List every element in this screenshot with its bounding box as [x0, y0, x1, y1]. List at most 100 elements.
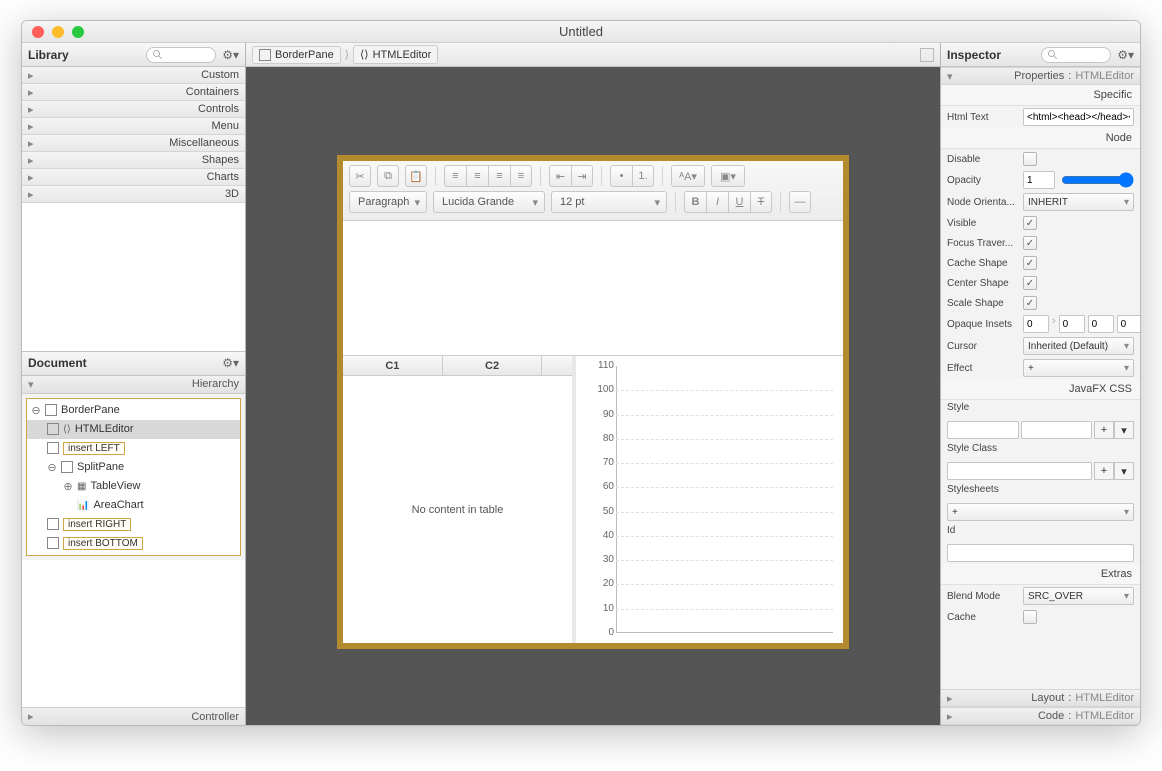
align-left-button[interactable]: ≡	[444, 165, 466, 187]
paste-button[interactable]: 📋	[405, 165, 427, 187]
breadcrumb-htmleditor[interactable]: ⟨⟩ HTMLEditor	[353, 45, 438, 64]
align-right-button[interactable]: ≡	[488, 165, 510, 187]
strike-button[interactable]: T	[750, 191, 772, 213]
bullets-button[interactable]: •	[610, 165, 632, 187]
document-header: Document ⚙▾	[22, 352, 245, 376]
numbered-button[interactable]: 1.	[632, 165, 654, 187]
canvas-area[interactable]: ✂ ⧉ 📋 ≡ ≡ ≡ ≡ ⇤	[246, 67, 940, 725]
text-color-button[interactable]: ᴬA▾	[671, 165, 705, 187]
style-class-input[interactable]	[947, 462, 1092, 480]
library-menu-icon[interactable]: ⚙▾	[222, 48, 239, 62]
style-add-button[interactable]: +	[1094, 421, 1114, 439]
breadcrumb-borderpane[interactable]: BorderPane	[252, 46, 341, 64]
category-charts[interactable]: ▸Charts	[22, 169, 245, 186]
areachart-preview[interactable]: 0102030405060708090100110	[576, 356, 843, 643]
inset-right[interactable]	[1059, 315, 1085, 333]
code-section-header[interactable]: ▸ Code: HTMLEditor	[941, 707, 1140, 725]
library-search[interactable]	[146, 47, 216, 63]
inset-bottom[interactable]	[1088, 315, 1114, 333]
cache-shape-checkbox[interactable]: ✓	[1023, 256, 1037, 270]
category-misc[interactable]: ▸Miscellaneous	[22, 135, 245, 152]
disclosure-icon[interactable]: ⊖	[31, 404, 41, 417]
tree-splitpane[interactable]: ⊖ SplitPane	[27, 458, 240, 477]
inspector-menu-icon[interactable]: ⚙▾	[1117, 48, 1134, 62]
tree-borderpane[interactable]: ⊖ BorderPane	[27, 401, 240, 420]
category-custom[interactable]: ▸Custom	[22, 67, 245, 84]
effect-combo[interactable]: +	[1023, 359, 1134, 377]
hr-button[interactable]: —	[789, 191, 811, 213]
italic-button[interactable]: I	[706, 191, 728, 213]
category-shapes[interactable]: ▸Shapes	[22, 152, 245, 169]
category-3d[interactable]: ▸3D	[22, 186, 245, 203]
cache-checkbox[interactable]	[1023, 610, 1037, 624]
inset-left[interactable]	[1117, 315, 1140, 333]
properties-section-header[interactable]: ▾ Properties: HTMLEditor	[941, 67, 1140, 85]
column-c1[interactable]: C1	[343, 356, 443, 375]
layout-icon	[61, 461, 73, 473]
layout-icon	[47, 518, 59, 530]
prop-cache-shape: Cache Shape ✓	[941, 253, 1140, 273]
hierarchy-header[interactable]: ▾ Hierarchy	[22, 376, 245, 394]
tableview-preview[interactable]: C1 C2 No content in table	[343, 356, 576, 643]
window-title: Untitled	[22, 24, 1140, 39]
size-combo[interactable]: 12 pt	[551, 191, 667, 213]
tree-htmleditor[interactable]: ⟨⟩ HTMLEditor	[27, 420, 240, 439]
cursor-combo[interactable]: Inherited (Default)	[1023, 337, 1134, 355]
cut-button[interactable]: ✂	[349, 165, 371, 187]
library-title: Library	[28, 48, 69, 62]
category-menu[interactable]: ▸Menu	[22, 118, 245, 135]
design-scene[interactable]: ✂ ⧉ 📋 ≡ ≡ ≡ ≡ ⇤	[337, 155, 849, 649]
tree-areachart[interactable]: 📊 AreaChart	[27, 496, 240, 515]
outdent-button[interactable]: ⇤	[549, 165, 571, 187]
tree-tableview[interactable]: ⊕ ▦ TableView	[27, 477, 240, 496]
category-containers[interactable]: ▸Containers	[22, 84, 245, 101]
orientation-combo[interactable]: INHERIT	[1023, 193, 1134, 211]
tree-insert-left[interactable]: insert LEFT	[27, 439, 240, 458]
style-key-input[interactable]	[947, 421, 1019, 439]
y-axis	[616, 366, 617, 633]
indent-button[interactable]: ⇥	[571, 165, 593, 187]
focus-checkbox[interactable]: ✓	[1023, 236, 1037, 250]
id-input[interactable]	[947, 544, 1134, 562]
styleclass-add-button[interactable]: +	[1094, 462, 1114, 480]
align-center-button[interactable]: ≡	[466, 165, 488, 187]
style-value-input[interactable]	[1021, 421, 1093, 439]
x-axis	[616, 632, 833, 633]
bold-button[interactable]: B	[684, 191, 706, 213]
document-menu-icon[interactable]: ⚙▾	[222, 356, 239, 370]
styleclass-menu-button[interactable]: ▾	[1114, 462, 1134, 480]
stylesheets-combo[interactable]: +	[947, 503, 1134, 521]
library-categories: ▸Custom ▸Containers ▸Controls ▸Menu ▸Mis…	[22, 67, 245, 203]
copy-button[interactable]: ⧉	[377, 165, 399, 187]
underline-button[interactable]: U	[728, 191, 750, 213]
preview-icon[interactable]	[920, 48, 934, 62]
align-justify-button[interactable]: ≡	[510, 165, 532, 187]
tree-insert-bottom[interactable]: insert BOTTOM	[27, 534, 240, 553]
html-text-input[interactable]	[1023, 108, 1134, 126]
inspector-search[interactable]	[1041, 47, 1111, 63]
opacity-input[interactable]	[1023, 171, 1055, 189]
disclosure-icon[interactable]: ⊕	[63, 480, 73, 493]
visible-checkbox[interactable]: ✓	[1023, 216, 1037, 230]
inset-top[interactable]	[1023, 315, 1049, 333]
bg-color-button[interactable]: ▣▾	[711, 165, 745, 187]
gridline	[616, 390, 833, 391]
column-c2[interactable]: C2	[443, 356, 543, 375]
prop-style-class: Style Class +▾	[941, 441, 1140, 482]
paragraph-combo[interactable]: Paragraph	[349, 191, 427, 213]
category-controls[interactable]: ▸Controls	[22, 101, 245, 118]
font-combo[interactable]: Lucida Grande	[433, 191, 545, 213]
layout-section-header[interactable]: ▸ Layout: HTMLEditor	[941, 689, 1140, 707]
style-menu-button[interactable]: ▾	[1114, 421, 1134, 439]
scale-shape-checkbox[interactable]: ✓	[1023, 296, 1037, 310]
editor-text-area[interactable]	[343, 221, 843, 355]
blend-combo[interactable]: SRC_OVER	[1023, 587, 1134, 605]
center-shape-checkbox[interactable]: ✓	[1023, 276, 1037, 290]
y-tick: 10	[586, 603, 614, 614]
controller-footer[interactable]: ▸ Controller	[22, 707, 245, 725]
disclosure-icon[interactable]: ⊖	[47, 461, 57, 474]
specific-subhead: Specific	[941, 85, 1140, 106]
opacity-slider[interactable]	[1061, 172, 1134, 188]
tree-insert-right[interactable]: insert RIGHT	[27, 515, 240, 534]
disable-checkbox[interactable]	[1023, 152, 1037, 166]
